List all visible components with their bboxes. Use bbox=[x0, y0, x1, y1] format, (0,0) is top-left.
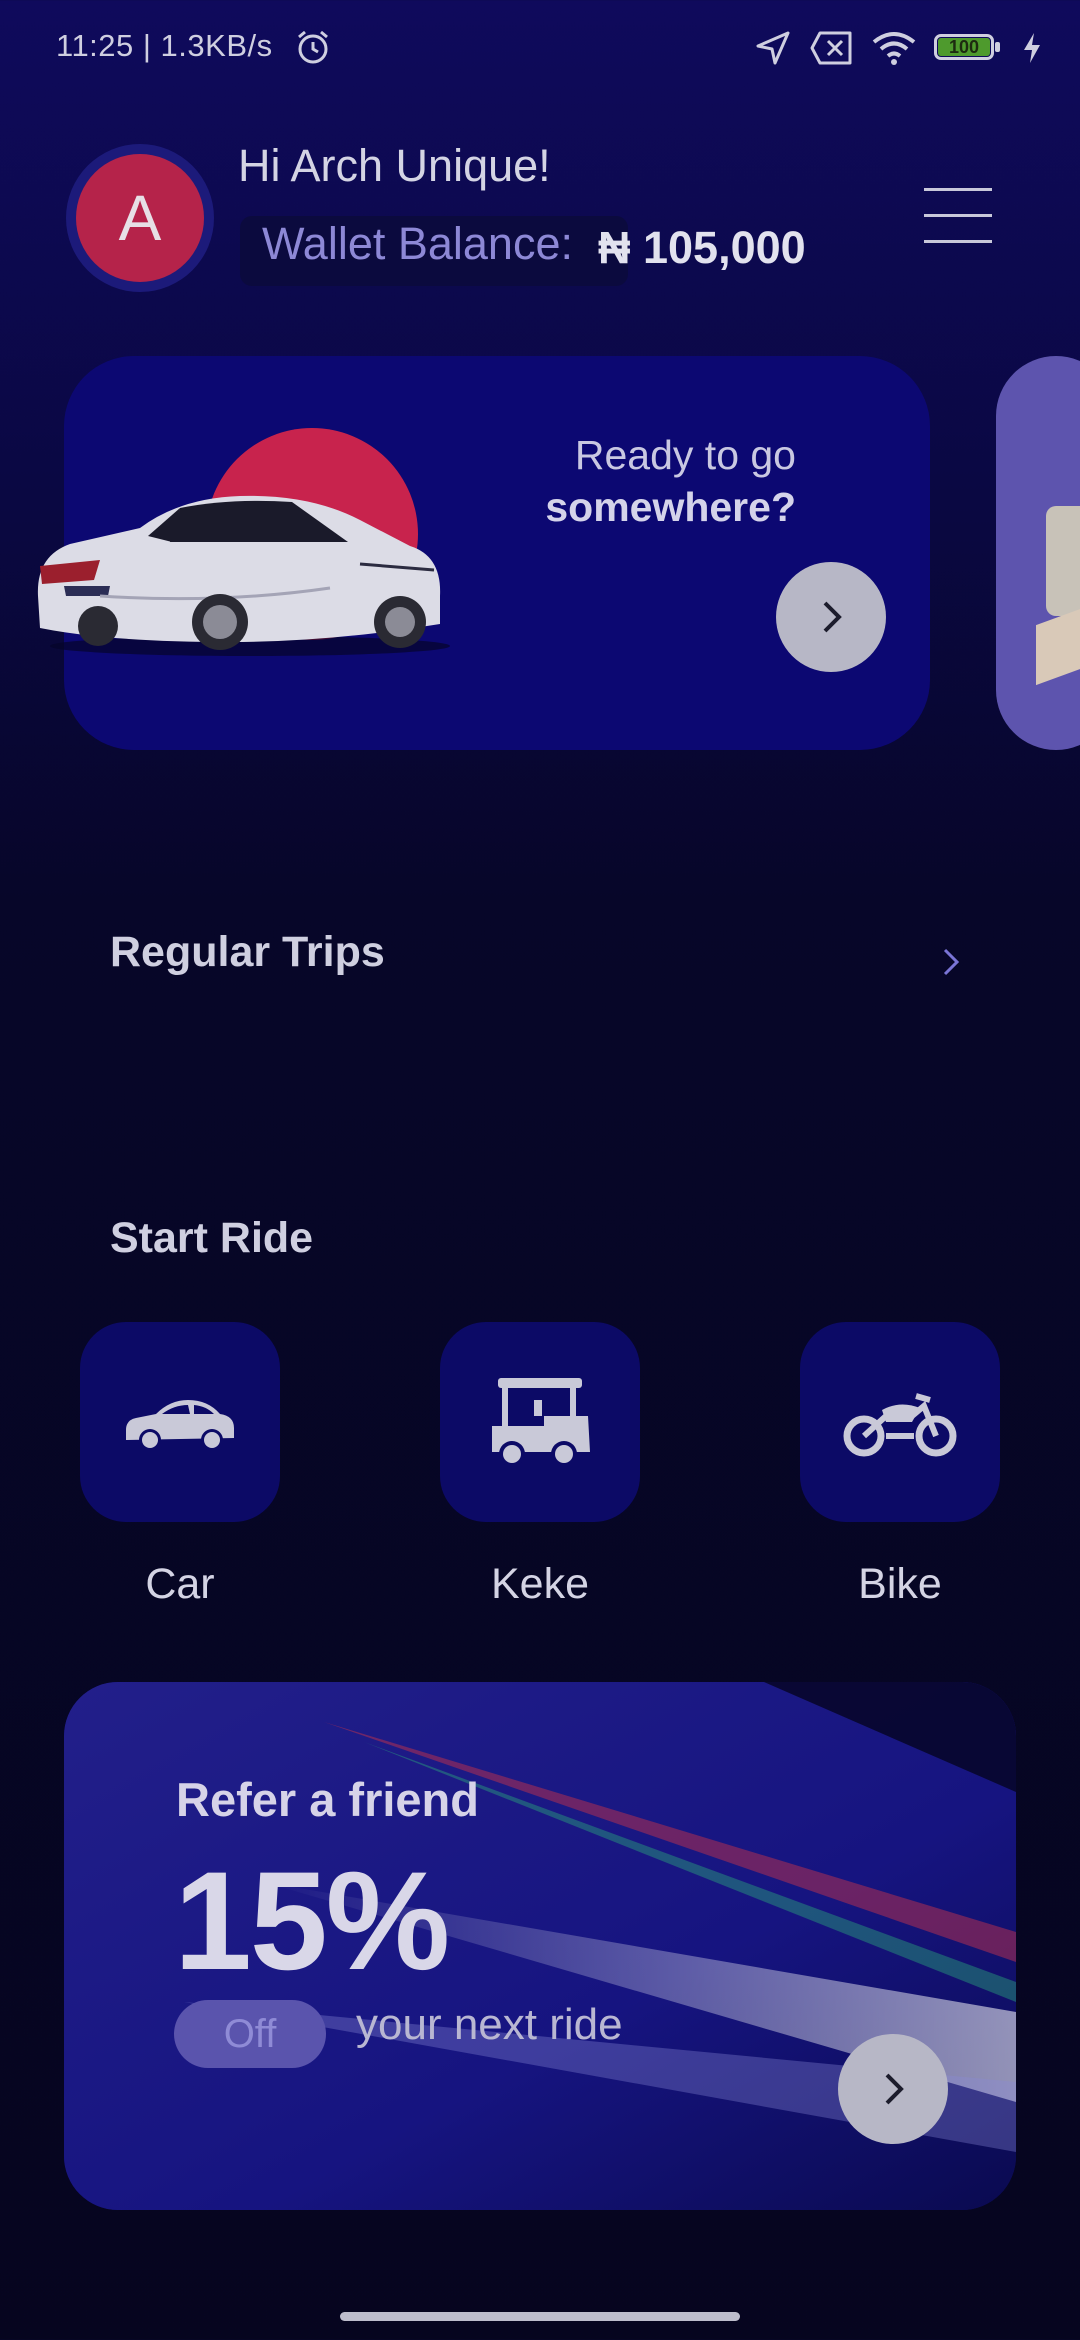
off-badge: Off bbox=[174, 2000, 326, 2068]
regular-trips-title: Regular Trips bbox=[110, 928, 385, 976]
wallet-balance-label: Wallet Balance: bbox=[262, 218, 573, 269]
ride-option-car[interactable] bbox=[80, 1322, 280, 1522]
status-time-speed: 11:25 | 1.3KB/s bbox=[56, 28, 273, 63]
refer-title: Refer a friend bbox=[176, 1773, 479, 1826]
regular-trips-chevron-icon[interactable] bbox=[940, 946, 962, 978]
next-promo-card[interactable] bbox=[996, 356, 1080, 750]
ride-option-keke[interactable] bbox=[440, 1322, 640, 1522]
battery-icon: 100 bbox=[934, 32, 1004, 64]
refer-go-button[interactable] bbox=[838, 2034, 948, 2144]
promo-go-button[interactable] bbox=[776, 562, 886, 672]
promo-line-2: somewhere? bbox=[545, 484, 796, 530]
refer-subtitle: your next ride bbox=[356, 2000, 623, 2049]
motorbike-icon bbox=[843, 1393, 957, 1457]
car-illustration-icon bbox=[37, 495, 450, 656]
battery-level: 100 bbox=[948, 37, 980, 57]
status-icons: 100 bbox=[754, 26, 1042, 70]
car-icon bbox=[126, 1400, 234, 1451]
sim-off-icon bbox=[810, 31, 852, 65]
start-ride-title: Start Ride bbox=[110, 1214, 314, 1262]
wallet-balance-value: ₦ 105,000 bbox=[598, 222, 806, 273]
avatar-initial: A bbox=[76, 154, 204, 282]
status-bar: 11:25 | 1.3KB/s 100 bbox=[0, 0, 1080, 96]
keke-icon bbox=[492, 1378, 590, 1467]
promo-line-1: Ready to go bbox=[574, 432, 796, 478]
ride-option-car-label: Car bbox=[145, 1560, 215, 1608]
chevron-right-icon bbox=[885, 2073, 904, 2105]
ride-option-bike-label: Bike bbox=[858, 1560, 942, 1608]
location-arrow-icon bbox=[756, 31, 790, 65]
alarm-icon bbox=[298, 30, 328, 64]
avatar[interactable]: A bbox=[66, 144, 214, 292]
hamburger-menu-icon[interactable] bbox=[924, 188, 994, 244]
ride-option-keke-label: Keke bbox=[490, 1560, 589, 1608]
refer-percent: 15% bbox=[174, 1842, 450, 1999]
wifi-icon bbox=[872, 32, 916, 65]
charging-icon bbox=[1024, 33, 1040, 63]
home-indicator[interactable] bbox=[340, 2312, 740, 2321]
chevron-right-icon bbox=[823, 601, 842, 633]
ride-option-bike[interactable] bbox=[800, 1322, 1000, 1522]
greeting-text: Hi Arch Unique! bbox=[238, 140, 551, 191]
